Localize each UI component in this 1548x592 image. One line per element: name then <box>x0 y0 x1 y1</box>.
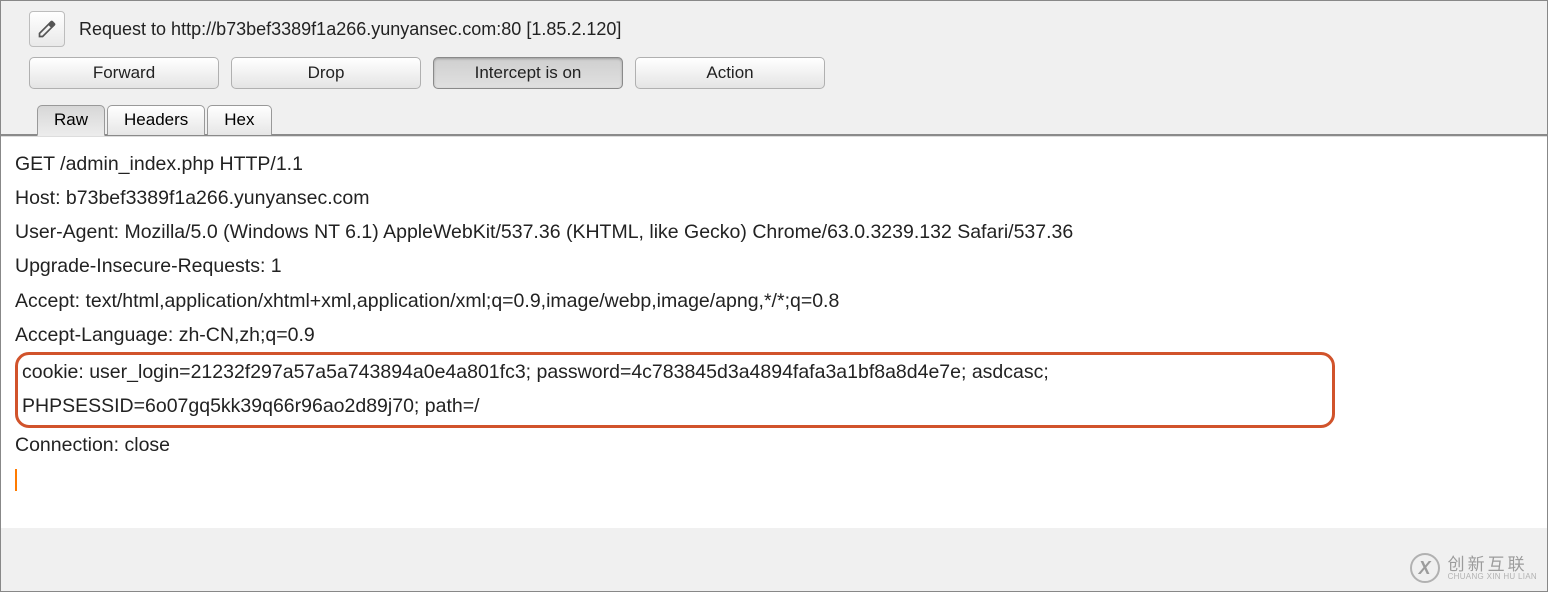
intercept-toggle-button[interactable]: Intercept is on <box>433 57 623 89</box>
watermark-text-en: CHUANG XIN HU LIAN <box>1448 573 1537 581</box>
tab-hex[interactable]: Hex <box>207 105 271 135</box>
host-header: Host: b73bef3389f1a266.yunyansec.com <box>15 181 1541 215</box>
cookie-header-line1: cookie: user_login=21232f297a57a5a743894… <box>22 355 1326 389</box>
edit-icon[interactable] <box>29 11 65 47</box>
cookie-header-line2: PHPSESSID=6o07gq5kk39q66r96ao2d89j70; pa… <box>22 389 1326 423</box>
action-button[interactable]: Action <box>635 57 825 89</box>
upgrade-insecure-header: Upgrade-Insecure-Requests: 1 <box>15 249 1541 283</box>
cookie-highlight-box: cookie: user_login=21232f297a57a5a743894… <box>15 352 1335 428</box>
drop-button[interactable]: Drop <box>231 57 421 89</box>
tab-raw[interactable]: Raw <box>37 105 105 136</box>
watermark: X 创新互联 CHUANG XIN HU LIAN <box>1410 553 1537 583</box>
accept-language-header: Accept-Language: zh-CN,zh;q=0.9 <box>15 318 1541 352</box>
tab-headers[interactable]: Headers <box>107 105 205 135</box>
user-agent-header: User-Agent: Mozilla/5.0 (Windows NT 6.1)… <box>15 215 1541 249</box>
request-line: GET /admin_index.php HTTP/1.1 <box>15 147 1541 181</box>
request-editor[interactable]: GET /admin_index.php HTTP/1.1 Host: b73b… <box>1 136 1547 528</box>
forward-button[interactable]: Forward <box>29 57 219 89</box>
accept-header: Accept: text/html,application/xhtml+xml,… <box>15 284 1541 318</box>
request-target-label: Request to http://b73bef3389f1a266.yunya… <box>79 19 621 40</box>
watermark-text-zh: 创新互联 <box>1448 556 1537 573</box>
text-caret <box>15 469 17 491</box>
connection-header: Connection: close <box>15 428 1541 462</box>
watermark-logo-icon: X <box>1410 553 1440 583</box>
